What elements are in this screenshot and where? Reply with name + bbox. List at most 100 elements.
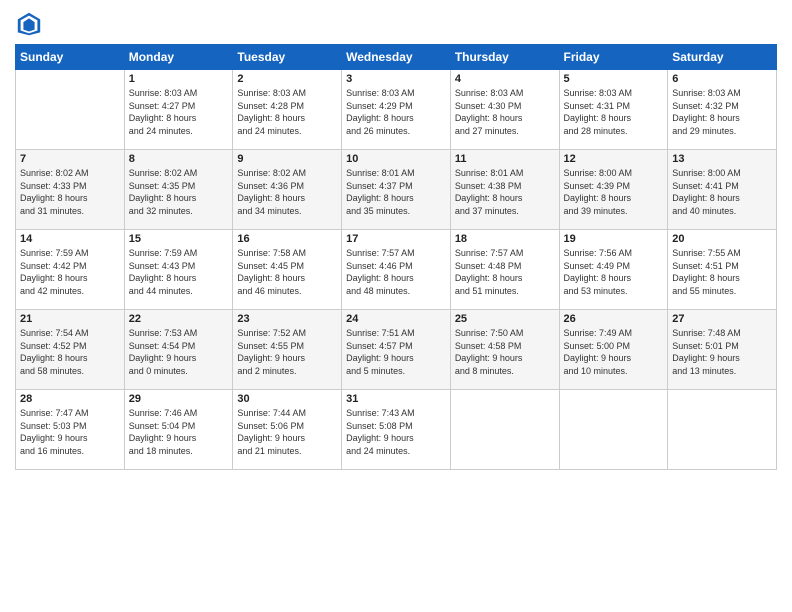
- day-number: 18: [455, 233, 555, 245]
- day-number: 7: [20, 153, 120, 165]
- header-day: Friday: [559, 45, 668, 70]
- header-day: Thursday: [450, 45, 559, 70]
- calendar-cell: 4 Sunrise: 8:03 AM Sunset: 4:30 PM Daylig…: [450, 70, 559, 150]
- calendar-cell: 25Sunrise: 7:50 AM Sunset: 4:58 PM Dayli…: [450, 310, 559, 390]
- calendar-cell: 14 Sunrise: 7:59 AM Sunset: 4:42 PM Dayli…: [16, 230, 125, 310]
- cell-info: Sunrise: 7:58 AM Sunset: 4:45 PM Dayligh…: [237, 247, 337, 297]
- calendar-cell: [450, 390, 559, 470]
- cell-info: Sunrise: 8:03 AM Sunset: 4:32 PM Dayligh…: [672, 87, 772, 137]
- day-number: 19: [564, 233, 664, 245]
- calendar-table: SundayMondayTuesdayWednesdayThursdayFrid…: [15, 44, 777, 470]
- calendar-cell: 30 Sunrise: 7:44 AM Sunset: 5:06 PM Dayli…: [233, 390, 342, 470]
- cell-info: Sunrise: 7:56 AM Sunset: 4:49 PM Dayligh…: [564, 247, 664, 297]
- cell-info: Sunrise: 8:03 AM Sunset: 4:29 PM Dayligh…: [346, 87, 446, 137]
- calendar-week-row: 28 Sunrise: 7:47 AM Sunset: 5:03 PM Dayli…: [16, 390, 777, 470]
- calendar-week-row: 21 Sunrise: 7:54 AM Sunset: 4:52 PM Dayli…: [16, 310, 777, 390]
- day-number: 9: [237, 153, 337, 165]
- calendar-cell: 16 Sunrise: 7:58 AM Sunset: 4:45 PM Dayli…: [233, 230, 342, 310]
- calendar-cell: 9 Sunrise: 8:02 AM Sunset: 4:36 PM Daylig…: [233, 150, 342, 230]
- cell-info: Sunrise: 7:48 AM Sunset: 5:01 PM Dayligh…: [672, 327, 772, 377]
- cell-info: Sunrise: 7:43 AM Sunset: 5:08 PM Dayligh…: [346, 407, 446, 457]
- calendar-cell: 8Sunrise: 8:02 AM Sunset: 4:35 PM Daylig…: [124, 150, 233, 230]
- day-number: 11: [455, 153, 555, 165]
- cell-info: Sunrise: 7:47 AM Sunset: 5:03 PM Dayligh…: [20, 407, 120, 457]
- cell-info: Sunrise: 7:49 AM Sunset: 5:00 PM Dayligh…: [564, 327, 664, 377]
- day-number: 4: [455, 73, 555, 85]
- calendar-cell: 24 Sunrise: 7:51 AM Sunset: 4:57 PM Dayli…: [342, 310, 451, 390]
- day-number: 30: [237, 393, 337, 405]
- day-number: 27: [672, 313, 772, 325]
- header-day: Wednesday: [342, 45, 451, 70]
- day-number: 8: [129, 153, 229, 165]
- day-number: 14: [20, 233, 120, 245]
- day-number: 13: [672, 153, 772, 165]
- cell-info: Sunrise: 8:00 AM Sunset: 4:39 PM Dayligh…: [564, 167, 664, 217]
- calendar-cell: [559, 390, 668, 470]
- calendar-cell: 26 Sunrise: 7:49 AM Sunset: 5:00 PM Dayli…: [559, 310, 668, 390]
- calendar-cell: [668, 390, 777, 470]
- cell-info: Sunrise: 8:02 AM Sunset: 4:33 PM Dayligh…: [20, 167, 120, 217]
- header: [15, 10, 777, 38]
- day-number: 29: [129, 393, 229, 405]
- calendar-cell: 28 Sunrise: 7:47 AM Sunset: 5:03 PM Dayli…: [16, 390, 125, 470]
- calendar-cell: 23 Sunrise: 7:52 AM Sunset: 4:55 PM Dayli…: [233, 310, 342, 390]
- cell-info: Sunrise: 7:44 AM Sunset: 5:06 PM Dayligh…: [237, 407, 337, 457]
- day-number: 24: [346, 313, 446, 325]
- logo: [15, 10, 47, 38]
- day-number: 17: [346, 233, 446, 245]
- calendar-cell: 22 Sunrise: 7:53 AM Sunset: 4:54 PM Dayli…: [124, 310, 233, 390]
- day-number: 21: [20, 313, 120, 325]
- day-number: 12: [564, 153, 664, 165]
- calendar-cell: 29 Sunrise: 7:46 AM Sunset: 5:04 PM Dayli…: [124, 390, 233, 470]
- calendar-cell: 7 Sunrise: 8:02 AM Sunset: 4:33 PM Daylig…: [16, 150, 125, 230]
- cell-info: Sunrise: 7:54 AM Sunset: 4:52 PM Dayligh…: [20, 327, 120, 377]
- cell-info: Sunrise: 8:01 AM Sunset: 4:38 PM Dayligh…: [455, 167, 555, 217]
- cell-info: Sunrise: 7:57 AM Sunset: 4:46 PM Dayligh…: [346, 247, 446, 297]
- calendar-cell: 1Sunrise: 8:03 AM Sunset: 4:27 PM Daylig…: [124, 70, 233, 150]
- calendar-cell: 2Sunrise: 8:03 AM Sunset: 4:28 PM Daylig…: [233, 70, 342, 150]
- header-day: Saturday: [668, 45, 777, 70]
- header-day: Monday: [124, 45, 233, 70]
- day-number: 23: [237, 313, 337, 325]
- day-number: 26: [564, 313, 664, 325]
- day-number: 3: [346, 73, 446, 85]
- day-number: 16: [237, 233, 337, 245]
- day-number: 28: [20, 393, 120, 405]
- day-number: 5: [564, 73, 664, 85]
- calendar-cell: 12 Sunrise: 8:00 AM Sunset: 4:39 PM Dayli…: [559, 150, 668, 230]
- calendar-week-row: 14 Sunrise: 7:59 AM Sunset: 4:42 PM Dayli…: [16, 230, 777, 310]
- day-number: 22: [129, 313, 229, 325]
- cell-info: Sunrise: 7:52 AM Sunset: 4:55 PM Dayligh…: [237, 327, 337, 377]
- calendar-cell: 5Sunrise: 8:03 AM Sunset: 4:31 PM Daylig…: [559, 70, 668, 150]
- cell-info: Sunrise: 7:50 AM Sunset: 4:58 PM Dayligh…: [455, 327, 555, 377]
- cell-info: Sunrise: 8:03 AM Sunset: 4:30 PM Dayligh…: [455, 87, 555, 137]
- calendar-cell: 6 Sunrise: 8:03 AM Sunset: 4:32 PM Daylig…: [668, 70, 777, 150]
- day-number: 20: [672, 233, 772, 245]
- day-number: 10: [346, 153, 446, 165]
- cell-info: Sunrise: 7:59 AM Sunset: 4:42 PM Dayligh…: [20, 247, 120, 297]
- header-row: SundayMondayTuesdayWednesdayThursdayFrid…: [16, 45, 777, 70]
- header-day: Tuesday: [233, 45, 342, 70]
- calendar-week-row: 1Sunrise: 8:03 AM Sunset: 4:27 PM Daylig…: [16, 70, 777, 150]
- cell-info: Sunrise: 8:01 AM Sunset: 4:37 PM Dayligh…: [346, 167, 446, 217]
- cell-info: Sunrise: 7:51 AM Sunset: 4:57 PM Dayligh…: [346, 327, 446, 377]
- page-container: SundayMondayTuesdayWednesdayThursdayFrid…: [0, 0, 792, 480]
- day-number: 15: [129, 233, 229, 245]
- cell-info: Sunrise: 7:46 AM Sunset: 5:04 PM Dayligh…: [129, 407, 229, 457]
- day-number: 6: [672, 73, 772, 85]
- cell-info: Sunrise: 7:53 AM Sunset: 4:54 PM Dayligh…: [129, 327, 229, 377]
- calendar-cell: 17 Sunrise: 7:57 AM Sunset: 4:46 PM Dayli…: [342, 230, 451, 310]
- cell-info: Sunrise: 8:03 AM Sunset: 4:27 PM Dayligh…: [129, 87, 229, 137]
- logo-icon: [15, 10, 43, 38]
- cell-info: Sunrise: 7:59 AM Sunset: 4:43 PM Dayligh…: [129, 247, 229, 297]
- cell-info: Sunrise: 8:02 AM Sunset: 4:36 PM Dayligh…: [237, 167, 337, 217]
- calendar-cell: 19 Sunrise: 7:56 AM Sunset: 4:49 PM Dayli…: [559, 230, 668, 310]
- calendar-week-row: 7 Sunrise: 8:02 AM Sunset: 4:33 PM Daylig…: [16, 150, 777, 230]
- calendar-cell: 21 Sunrise: 7:54 AM Sunset: 4:52 PM Dayli…: [16, 310, 125, 390]
- calendar-cell: 3 Sunrise: 8:03 AM Sunset: 4:29 PM Daylig…: [342, 70, 451, 150]
- day-number: 31: [346, 393, 446, 405]
- calendar-cell: 31 Sunrise: 7:43 AM Sunset: 5:08 PM Dayli…: [342, 390, 451, 470]
- calendar-cell: 27 Sunrise: 7:48 AM Sunset: 5:01 PM Dayli…: [668, 310, 777, 390]
- calendar-cell: 20Sunrise: 7:55 AM Sunset: 4:51 PM Dayli…: [668, 230, 777, 310]
- day-number: 2: [237, 73, 337, 85]
